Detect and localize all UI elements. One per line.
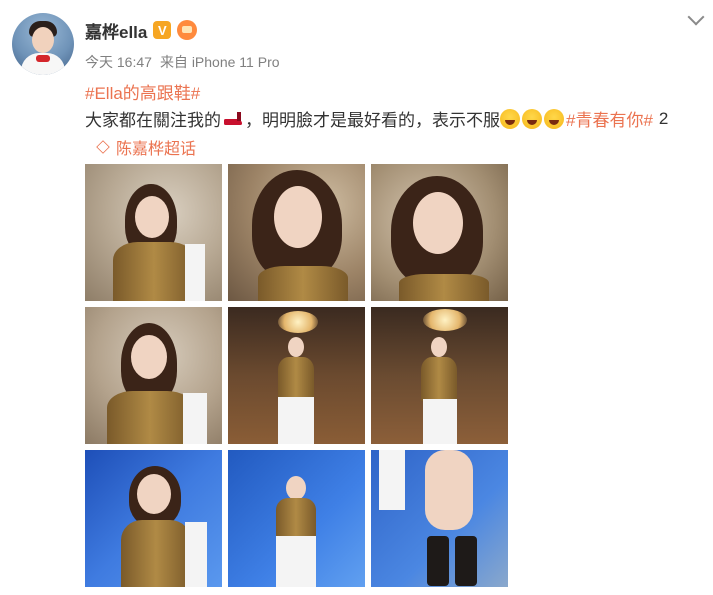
photo-thumbnail[interactable] <box>371 307 508 444</box>
diamond-icon <box>96 141 110 153</box>
post-time[interactable]: 今天 16:47 <box>85 52 152 72</box>
vip-crown-icon[interactable] <box>177 20 198 40</box>
chevron-down-icon[interactable] <box>687 8 705 26</box>
post-text-part1: 大家都在關注我的 <box>85 111 221 130</box>
post-meta: 今天 16:47 来自 iPhone 11 Pro <box>85 52 280 72</box>
photo-thumbnail[interactable] <box>85 164 222 301</box>
laugh-emoji-icon <box>544 108 564 129</box>
post-trailing-number: 2 <box>658 108 669 128</box>
photo-thumbnail[interactable] <box>228 450 365 587</box>
avatar[interactable] <box>12 13 74 75</box>
photo-thumbnail[interactable] <box>85 307 222 444</box>
post-text-part2: ，明明臉才是最好看的，表示不服 <box>245 111 500 130</box>
user-header: 嘉桦ella V <box>85 18 198 43</box>
supertopic-link[interactable]: 陈嘉桦超话 <box>96 135 196 159</box>
photo-thumbnail[interactable] <box>85 450 222 587</box>
photo-thumbnail[interactable] <box>371 450 508 587</box>
laugh-emoji-icon <box>500 108 520 129</box>
topic-link-youth-with-you[interactable]: #青春有你# <box>566 106 653 131</box>
post-body-text: 大家都在關注我的 ，明明臉才是最好看的，表示不服 #青春有你# 2 <box>85 106 668 131</box>
username-link[interactable]: 嘉桦ella <box>85 18 147 43</box>
supertopic-label[interactable]: 陈嘉桦超话 <box>116 135 196 159</box>
avatar-face <box>32 27 54 53</box>
post-source[interactable]: 来自 iPhone 11 Pro <box>160 52 280 72</box>
verified-badge-icon[interactable]: V <box>153 21 172 39</box>
photo-thumbnail[interactable] <box>228 164 365 301</box>
avatar-bow <box>36 55 50 62</box>
topic-link-ella-heels[interactable]: #Ella的高跟鞋# <box>85 79 200 104</box>
high-heel-emoji-icon <box>222 109 244 129</box>
photo-thumbnail[interactable] <box>371 164 508 301</box>
laugh-emoji-icon <box>522 108 542 129</box>
photo-thumbnail[interactable] <box>228 307 365 444</box>
photo-grid <box>85 164 508 587</box>
